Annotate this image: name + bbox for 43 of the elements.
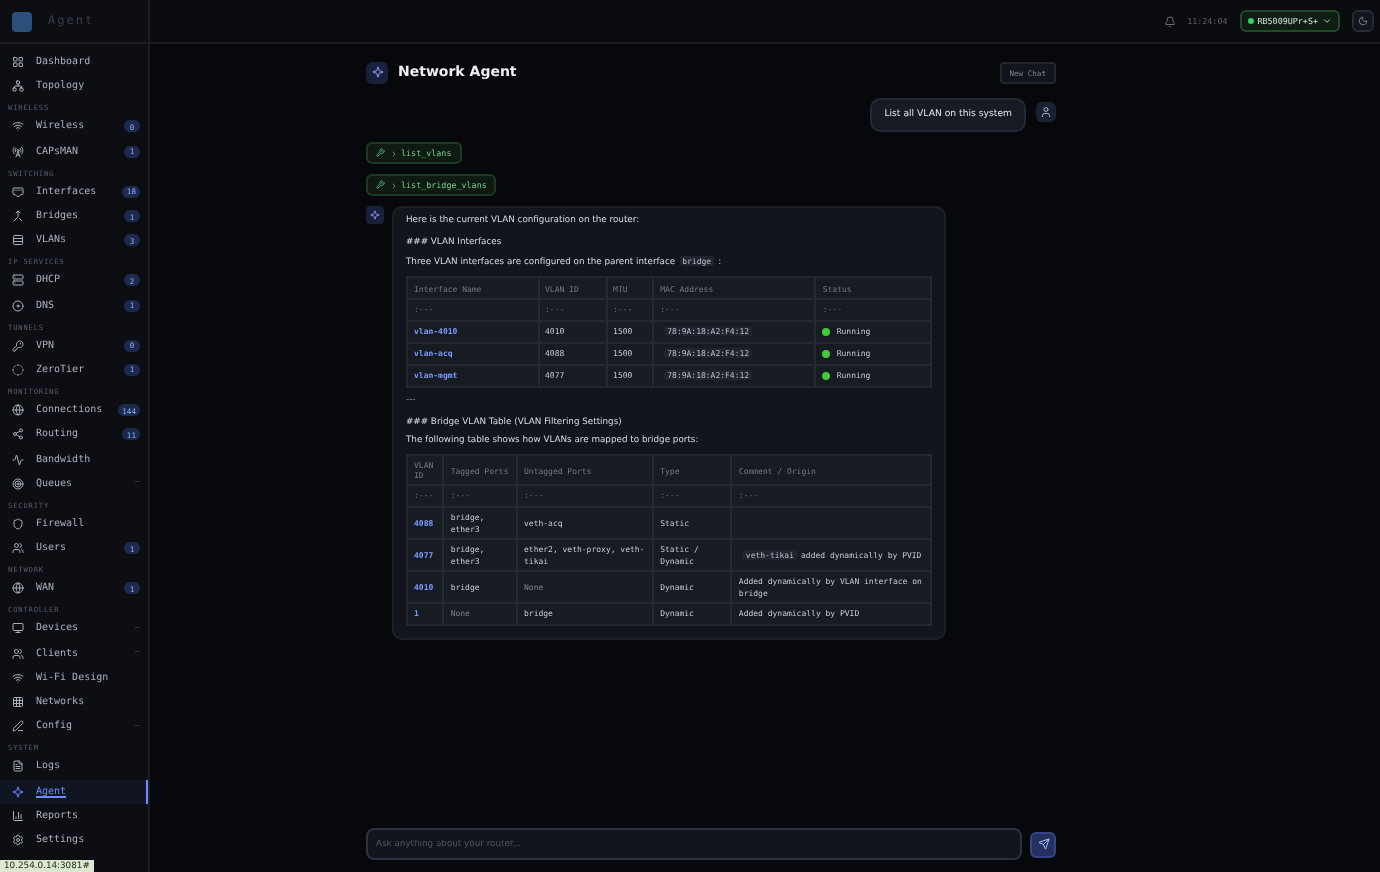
radio-tower-icon <box>12 145 24 158</box>
globe-icon <box>12 404 24 417</box>
sparkle-icon <box>366 206 384 224</box>
wrench-icon <box>376 148 385 158</box>
status-dot <box>822 372 831 381</box>
key-icon <box>12 339 24 352</box>
grid-icon <box>12 56 24 69</box>
status-dot <box>1247 18 1254 24</box>
ethernet-port-icon <box>12 185 24 198</box>
share-icon <box>12 428 24 441</box>
server-icon <box>12 274 24 287</box>
status-dot <box>822 350 831 359</box>
activity-icon <box>12 453 24 466</box>
merge-icon <box>12 210 24 223</box>
user-avatar-icon <box>1036 102 1056 122</box>
send-icon <box>1037 838 1049 850</box>
users-icon <box>12 647 24 660</box>
shield-icon <box>12 517 24 530</box>
monitor-icon <box>12 622 24 635</box>
status-dot <box>822 328 831 337</box>
wrench-icon <box>376 180 385 190</box>
grid-icon <box>12 696 24 709</box>
wifi-icon <box>12 120 24 133</box>
disc-icon <box>12 299 24 312</box>
target-icon <box>12 477 24 490</box>
bell-icon[interactable] <box>1163 15 1176 27</box>
settings-icon <box>12 833 24 846</box>
chevron-down-icon <box>1322 16 1332 26</box>
theme-toggle-button[interactable] <box>1352 10 1374 32</box>
network-icon <box>12 80 24 93</box>
rows-icon <box>12 234 24 247</box>
dashed-circle-icon <box>12 363 24 376</box>
globe-icon <box>12 582 24 595</box>
pen-icon <box>12 720 24 733</box>
logo-icon <box>12 11 32 31</box>
wifi-icon <box>12 671 24 684</box>
file-icon <box>12 760 24 773</box>
send-button[interactable] <box>1030 831 1056 857</box>
users-icon <box>12 542 24 555</box>
sparkle-icon <box>12 785 24 798</box>
moon-icon <box>1358 16 1368 26</box>
sparkle-icon <box>366 61 388 83</box>
bar-chart-icon <box>12 809 24 822</box>
